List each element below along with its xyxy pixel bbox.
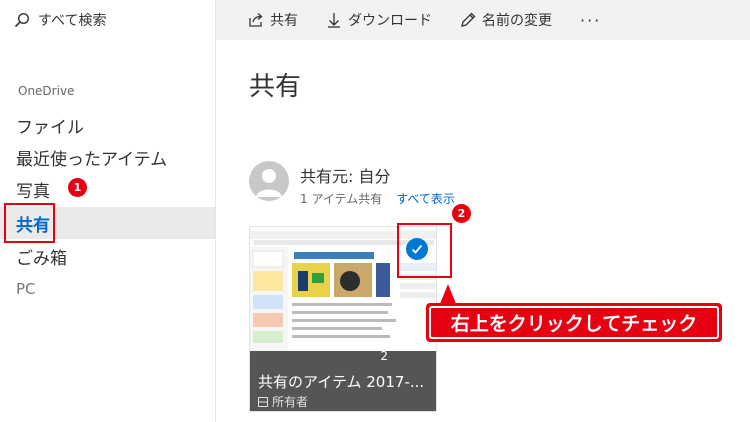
sidebar-item-pc[interactable]: PC: [0, 273, 215, 305]
sidebar-item-label: ファイル: [16, 117, 84, 138]
sidebar-item-recycle-bin[interactable]: ごみ箱: [0, 240, 215, 272]
shared-from-heading: 共有元: 自分: [300, 167, 391, 186]
search-box[interactable]: すべて検索: [14, 8, 106, 32]
card-share-count: 2: [380, 349, 388, 363]
search-icon: [14, 12, 30, 28]
show-all-link[interactable]: すべて表示: [396, 190, 455, 207]
download-label: ダウンロード: [348, 13, 432, 29]
page-title: 共有: [249, 72, 302, 102]
card-footer: 2 共有のアイテム 2017-... 所有者: [250, 349, 436, 411]
callout-text: 右上をクリックしてチェック: [429, 306, 719, 339]
sidebar-item-files[interactable]: ファイル: [0, 109, 215, 141]
card-owner-label: 所有者: [272, 395, 309, 409]
card-title: 共有のアイテム 2017-...: [258, 373, 425, 391]
instruction-callout: 右上をクリックしてチェック: [426, 303, 722, 342]
sidebar-item-label: ごみ箱: [16, 248, 67, 269]
sidebar-item-photos[interactable]: 写真: [0, 173, 215, 205]
sidebar-item-label: PC: [16, 280, 36, 298]
rename-button[interactable]: 名前の変更: [460, 0, 552, 40]
person-icon: [256, 169, 282, 197]
command-bar: 共有 ダウンロード 名前の変更 ···: [216, 0, 750, 40]
owner-icon: [258, 396, 268, 407]
sidebar-item-label: 最近使ったアイテム: [16, 149, 168, 170]
shared-meta: 1 アイテム共有 すべて表示: [300, 190, 455, 207]
highlight-box-shared: [4, 203, 55, 243]
share-icon: [249, 13, 263, 27]
highlight-box-checkbox: [397, 223, 452, 278]
item-count: 1 アイテム共有: [300, 192, 383, 206]
search-label: すべて検索: [38, 13, 107, 29]
download-button[interactable]: ダウンロード: [326, 0, 432, 40]
more-button[interactable]: ···: [580, 11, 601, 30]
sidebar-item-recent[interactable]: 最近使ったアイテム: [0, 141, 215, 173]
avatar: [249, 161, 289, 201]
sidebar-section-onedrive: OneDrive: [18, 84, 75, 98]
share-label: 共有: [270, 13, 298, 29]
callout-arrow: [440, 284, 456, 304]
sidebar-item-label: 写真: [16, 181, 50, 202]
download-icon: [328, 13, 340, 28]
rename-label: 名前の変更: [482, 13, 552, 29]
pencil-icon: [461, 12, 476, 27]
card-owner: 所有者: [258, 393, 308, 410]
step-badge-2: 2: [452, 204, 471, 223]
share-button[interactable]: 共有: [248, 0, 298, 40]
step-badge-1: 1: [68, 178, 87, 197]
